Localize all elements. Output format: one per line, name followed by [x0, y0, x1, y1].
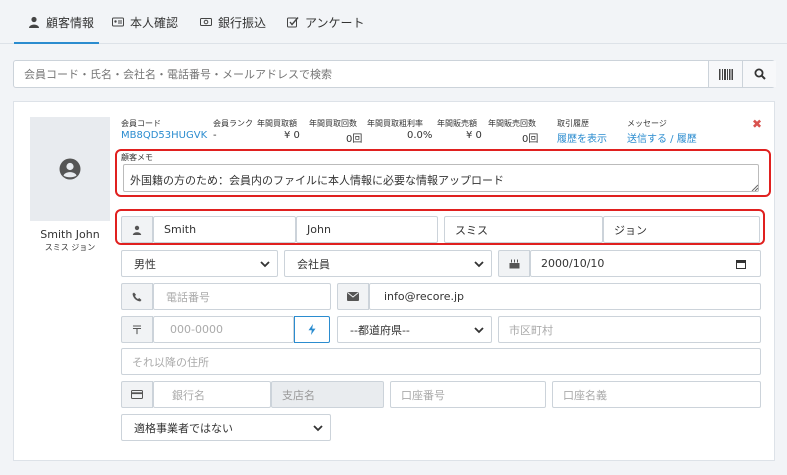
stat-value-gross-margin: 0.0%	[407, 130, 433, 141]
barcode-button[interactable]	[708, 61, 742, 87]
customer-card: Smith John スミス ジョン 会員コード MB8QD53HUGVK 会員…	[13, 101, 775, 461]
money-icon	[200, 18, 212, 26]
tab-survey[interactable]: アンケート	[287, 14, 365, 44]
avatar	[30, 117, 110, 221]
birthday-addon	[498, 250, 530, 277]
email-field[interactable]: info@recore.jp	[369, 283, 761, 310]
birthday-field[interactable]: 2000/10/10	[530, 250, 761, 277]
email-addon	[337, 283, 369, 310]
invoice-status-value: 適格事業者ではない	[134, 421, 233, 435]
zip-addon: 〒	[121, 316, 153, 343]
phone-addon	[121, 283, 153, 310]
user-circle-icon	[59, 158, 81, 180]
account-number-field[interactable]: 口座番号	[390, 381, 546, 408]
id-card-icon	[112, 17, 124, 27]
stat-label-message: メッセージ	[627, 119, 667, 128]
city-field[interactable]: 市区町村	[498, 316, 761, 343]
calendar-icon[interactable]	[736, 259, 746, 269]
stat-value-purchase-amount: ¥ 0	[284, 130, 300, 141]
branch-name-field: 支店名	[271, 381, 384, 408]
gender-value: 男性	[134, 257, 156, 271]
address-field[interactable]: それ以降の住所	[121, 348, 761, 375]
cake-icon	[509, 259, 519, 269]
close-icon[interactable]: ✖	[752, 117, 762, 131]
chevron-down-icon	[313, 425, 323, 432]
bolt-icon	[308, 324, 316, 335]
customer-name: Smith John	[40, 228, 100, 241]
postal-mark-icon: 〒	[130, 323, 143, 337]
stat-value-sales-count: 0回	[522, 134, 539, 145]
zip-field[interactable]: 000-0000	[153, 316, 294, 343]
stat-label-purchase-count: 年間買取回数	[309, 119, 357, 128]
birthday-value: 2000/10/10	[541, 257, 605, 270]
name-highlight	[115, 209, 765, 245]
stat-label-purchase-amount: 年間買取額	[257, 119, 297, 128]
search-input[interactable]	[14, 61, 708, 87]
tab-bank-transfer[interactable]: 銀行振込	[200, 14, 266, 44]
stat-label-gross-margin: 年間買取粗利率	[367, 119, 423, 128]
prefecture-value: --都道府県--	[350, 323, 410, 337]
stat-label-history: 取引履歴	[557, 119, 589, 128]
occupation-select[interactable]: 会社員	[284, 250, 492, 277]
stat-label-sales-count: 年間販売回数	[488, 119, 536, 128]
user-icon	[29, 16, 39, 28]
chevron-down-icon	[260, 261, 270, 268]
zip-lookup-button[interactable]	[294, 316, 330, 343]
checkbox-icon	[287, 17, 299, 28]
search-button[interactable]	[742, 61, 776, 87]
stat-value-rank: -	[213, 130, 217, 141]
chevron-down-icon	[474, 327, 484, 334]
history-link[interactable]: 履歴を表示	[557, 130, 607, 145]
prefecture-select[interactable]: --都道府県--	[337, 316, 492, 343]
occupation-value: 会社員	[297, 257, 330, 271]
memo-highlight	[115, 149, 771, 197]
account-name-field[interactable]: 口座名義	[552, 381, 761, 408]
tab-customer-info[interactable]: 顧客情報	[14, 14, 99, 44]
search-bar	[13, 60, 776, 88]
phone-field[interactable]: 電話番号	[153, 283, 331, 310]
tab-label: 銀行振込	[218, 16, 267, 30]
stat-label-rank: 会員ランク	[213, 119, 253, 128]
invoice-status-select[interactable]: 適格事業者ではない	[121, 414, 331, 441]
phone-icon	[132, 292, 142, 301]
tab-identity[interactable]: 本人確認	[112, 14, 178, 44]
barcode-icon	[718, 68, 733, 80]
bank-addon	[121, 381, 153, 408]
member-code-link[interactable]: MB8QD53HUGVK	[121, 130, 207, 141]
tab-label: 顧客情報	[46, 16, 95, 30]
gender-select[interactable]: 男性	[121, 250, 278, 277]
envelope-icon	[347, 292, 359, 301]
message-link[interactable]: 送信する / 履歴	[627, 130, 697, 145]
tab-label: アンケート	[305, 16, 365, 30]
tab-bar: 顧客情報 本人確認 銀行振込 アンケート	[0, 0, 787, 44]
stat-value-purchase-count: 0回	[346, 134, 363, 145]
stat-label-sales-amount: 年間販売額	[437, 119, 477, 128]
tab-label: 本人確認	[130, 16, 179, 30]
stat-value-sales-amount: ¥ 0	[466, 130, 482, 141]
search-icon	[754, 68, 766, 80]
chevron-down-icon	[474, 261, 484, 268]
customer-name-kana: スミス ジョン	[44, 243, 96, 252]
credit-card-icon	[131, 390, 143, 399]
stat-label-member-code: 会員コード	[121, 119, 161, 128]
bank-name-field[interactable]: 銀行名	[153, 381, 271, 408]
